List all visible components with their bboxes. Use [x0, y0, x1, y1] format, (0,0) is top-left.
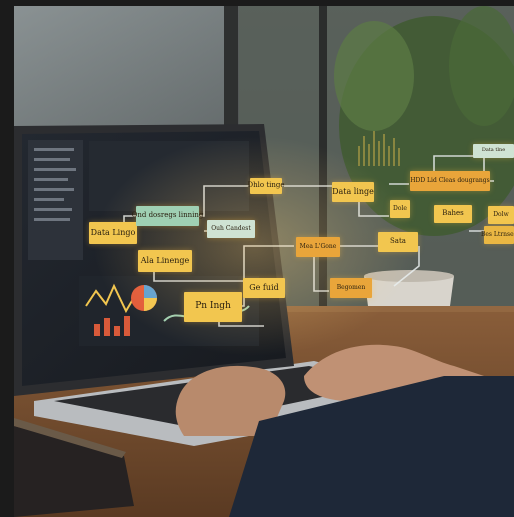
sticky-note: Dolw — [488, 206, 514, 224]
sticky-note: Ond dosregs linning — [132, 206, 203, 226]
sticky-note: Data linge — [332, 182, 374, 202]
sticky-note: Bes Ltrnsec — [481, 226, 514, 244]
sticky-note: Ala Linenge — [138, 250, 192, 272]
sticky-note: Dhlo tinge — [248, 178, 285, 194]
sticky-note: Begomen — [330, 278, 372, 298]
window-left — [14, 6, 224, 126]
sticky-note: Sata — [378, 232, 418, 252]
sticky-note: Ge fuid — [243, 278, 285, 298]
sticky-note: Bahes — [434, 205, 472, 223]
sticky-note: Dole — [390, 200, 410, 218]
sticky-note: Data Lingo — [89, 222, 137, 244]
sticky-note: Pn Ingh — [184, 292, 242, 322]
photo-frame: Data Lingo Ond dosregs linning Dhlo ting… — [14, 6, 514, 517]
workspace-photo — [14, 6, 514, 517]
sticky-note: Ouh Candest — [207, 220, 255, 238]
sticky-note: HDD Lid Cleas dougrangs — [410, 171, 490, 191]
sticky-note: Mea L'Gone — [296, 237, 340, 257]
sticky-note: Data tlne — [473, 144, 514, 158]
